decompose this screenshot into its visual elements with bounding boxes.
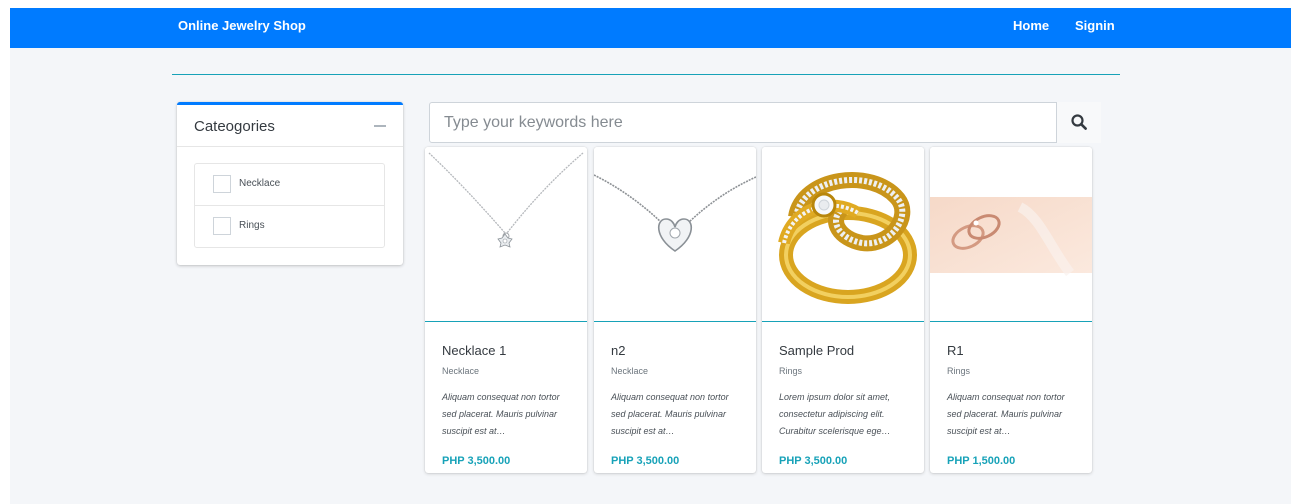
category-list: Necklace Rings [194, 163, 385, 248]
categories-card-header: Cateogories [177, 105, 403, 147]
product-description: Lorem ipsum dolor sit amet, consectetur … [779, 392, 891, 436]
product-price: PHP 3,500.00 [442, 455, 511, 467]
minus-icon[interactable] [374, 125, 386, 127]
app-window: Online Jewelry Shop Home Signin Cateogor… [10, 8, 1291, 504]
category-checkbox-necklace[interactable] [213, 175, 231, 193]
product-card[interactable]: Necklace 1 Necklace Aliquam consequat no… [425, 147, 587, 473]
product-category: Rings [779, 366, 803, 376]
product-description: Aliquam consequat non tortor sed placera… [947, 392, 1065, 436]
category-item-rings[interactable]: Rings [195, 206, 384, 247]
product-image-rose-gold-rings[interactable] [930, 147, 1092, 322]
product-card[interactable]: R1 Rings Aliquam consequat non tortor se… [930, 147, 1092, 473]
product-name: n2 [611, 343, 626, 358]
product-price: PHP 3,500.00 [779, 455, 848, 467]
product-card[interactable]: n2 Necklace Aliquam consequat non tortor… [594, 147, 756, 473]
product-category: Rings [947, 366, 971, 376]
search-bar [429, 102, 1101, 143]
product-name: Sample Prod [779, 343, 855, 358]
category-label: Rings [239, 220, 265, 231]
product-description: Aliquam consequat non tortor sed placera… [442, 392, 560, 436]
top-navbar: Online Jewelry Shop Home Signin [10, 8, 1291, 48]
product-category: Necklace [442, 366, 480, 376]
product-price: PHP 1,500.00 [947, 455, 1016, 467]
category-item-necklace[interactable]: Necklace [195, 164, 384, 206]
product-name: Necklace 1 [442, 343, 507, 358]
product-price: PHP 3,500.00 [611, 455, 680, 467]
category-checkbox-rings[interactable] [213, 217, 231, 235]
categories-title: Cateogories [194, 118, 275, 135]
brand-logo-text[interactable]: Online Jewelry Shop [178, 18, 306, 33]
product-image-gold-ring[interactable] [762, 147, 924, 322]
category-label: Necklace [239, 178, 281, 189]
product-category: Necklace [611, 366, 649, 376]
nav-home-link[interactable]: Home [1013, 18, 1049, 33]
categories-card: Cateogories Necklace Rings [177, 102, 403, 265]
product-image-pendant-necklace[interactable] [425, 147, 587, 322]
search-input[interactable] [430, 103, 1056, 142]
search-icon [1071, 114, 1087, 130]
header-divider [172, 74, 1120, 75]
search-button[interactable] [1056, 102, 1101, 143]
product-description: Aliquam consequat non tortor sed placera… [611, 392, 729, 436]
gold-ring-image [778, 172, 917, 304]
product-card[interactable]: Sample Prod Rings Lorem ipsum dolor sit … [762, 147, 924, 473]
product-name: R1 [947, 343, 964, 358]
rose-gold-rings-image [930, 197, 1092, 277]
heart-necklace-image [594, 174, 756, 252]
nav-signin-link[interactable]: Signin [1075, 18, 1115, 33]
product-image-heart-necklace[interactable] [594, 147, 756, 322]
pendant-necklace-image [428, 152, 584, 248]
